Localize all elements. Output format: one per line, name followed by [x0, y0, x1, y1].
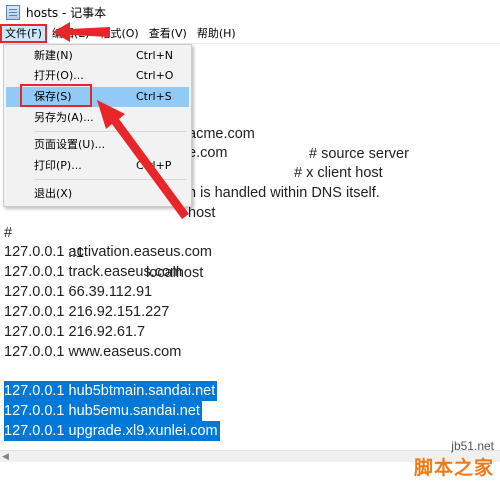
menu-item-new[interactable]: 新建(N) Ctrl+N [6, 46, 189, 66]
menu-item-label: 打印(P)... [34, 159, 82, 172]
menu-separator [34, 179, 186, 180]
menu-item-label: 退出(X) [34, 187, 73, 200]
text-line: 127.0.0.1 www.easeus.com [4, 344, 182, 360]
menu-item-page-setup[interactable]: 页面设置(U)... [6, 135, 189, 155]
menu-file[interactable]: 文件(F) [0, 24, 47, 43]
selected-text-line: 127.0.0.1 hub5emu.sandai.net [4, 401, 202, 421]
notepad-icon [6, 4, 20, 20]
menu-item-shortcut: Ctrl+N [136, 49, 174, 62]
menu-bar: 文件(F) 编辑(E) 格式(O) 查看(V) 帮助(H) [0, 24, 500, 44]
menu-item-shortcut: Ctrl+P [136, 159, 172, 172]
file-menu-dropdown: 新建(N) Ctrl+N 打开(O)... Ctrl+O 保存(S) Ctrl+… [3, 44, 192, 207]
menu-item-shortcut: Ctrl+S [136, 90, 172, 103]
text-line: 127.0.0.1 216.92.151.227 [4, 304, 170, 320]
menu-view[interactable]: 查看(V) [144, 24, 192, 43]
selected-text-line: 127.0.0.1 upgrade.xl9.xunlei.com [4, 421, 220, 441]
menu-item-label: 新建(N) [34, 49, 73, 62]
menu-item-print[interactable]: 打印(P)... Ctrl+P [6, 156, 189, 176]
text-line: 127.0.0.1 66.39.112.91 [4, 284, 153, 300]
menu-edit[interactable]: 编辑(E) [47, 24, 95, 43]
menu-format[interactable]: 格式(O) [94, 24, 143, 43]
menu-item-label: 另存为(A)... [34, 111, 94, 124]
title-bar: hosts - 记事本 [0, 0, 500, 24]
text-line: 127.0.0.1 activation.easeus.com [4, 244, 212, 260]
menu-separator [34, 131, 186, 132]
text-fragment: acme.com [188, 126, 255, 142]
selected-text-line: 127.0.0.1 hub5btmain.sandai.net [4, 381, 218, 401]
text-fragment: n is handled within DNS itself. [188, 185, 380, 201]
menu-item-save-as[interactable]: 另存为(A)... [6, 108, 189, 128]
text-fragment: e.com [188, 145, 228, 161]
text-line: 127.0.0.1 track.easeus.com [4, 264, 183, 280]
text-fragment: # [4, 225, 13, 241]
text-line: 127.0.0.1 216.92.61.7 [4, 324, 146, 340]
text-comment: # source server [309, 146, 409, 162]
watermark-url: jb51.net [451, 439, 494, 453]
watermark: jb51.net 脚本之家 [414, 439, 494, 480]
window-title: hosts - 记事本 [26, 5, 107, 20]
menu-item-open[interactable]: 打开(O)... Ctrl+O [6, 66, 189, 86]
text-comment: # x client host [294, 165, 383, 181]
menu-item-shortcut: Ctrl+O [136, 69, 174, 82]
menu-item-exit[interactable]: 退出(X) [6, 184, 189, 204]
save-highlight-box [20, 84, 92, 107]
menu-item-label: 页面设置(U)... [34, 138, 106, 151]
watermark-logo: 脚本之家 [413, 457, 494, 479]
menu-help[interactable]: 帮助(H) [192, 24, 241, 43]
menu-item-label: 打开(O)... [34, 69, 84, 82]
